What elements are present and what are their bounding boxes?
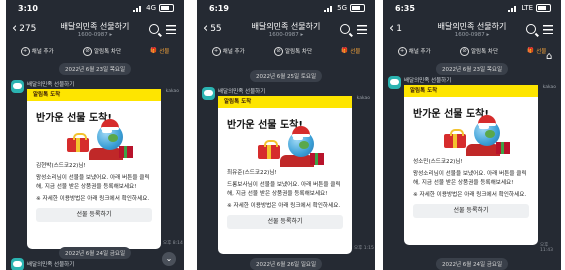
network-label: LTE <box>521 4 533 12</box>
avatar[interactable] <box>11 80 24 93</box>
chat-header: ‹ 55 배달의민족 선물하기 1600-0987 ▸ <box>197 18 375 44</box>
block-notice-button[interactable]: ⊘ 알림톡 차단 <box>273 46 312 56</box>
message-line: 왕성소리님이 선물을 보냈어요. 아래 버튼을 클릭해, 지금 선물 받은 상품… <box>36 175 150 190</box>
channel-actions: + 채널 추가 ⊘ 알림톡 차단 🎁 선물 <box>6 44 184 58</box>
date-divider: 2022년 6월 26일 일요일 <box>249 258 323 270</box>
message-bubble: 알림톡 도착 kakao 반가운 선물 도착! 김현박(스드코22)님! 왕성소… <box>27 89 179 249</box>
signal-icon <box>508 5 518 12</box>
menu-icon[interactable] <box>543 25 553 34</box>
kakao-tag: kakao <box>542 85 556 90</box>
message-time: 오후 11:43 <box>540 243 553 253</box>
block-notice-button[interactable]: ⊘ 알림톡 차단 <box>459 46 498 56</box>
network-label: 5G <box>337 4 347 12</box>
notice-line: ※ 자세한 이용방법은 아래 링크에서 확인하세요. <box>413 192 527 199</box>
add-channel-button[interactable]: + 채널 추가 <box>397 46 431 56</box>
avatar[interactable] <box>202 87 215 100</box>
channel-actions: + 채널 추가 ⊘ 알림톡 차단 🎁 선물 <box>383 44 561 58</box>
status-bar: 3:10 4G <box>6 0 184 16</box>
phone-screen-3: 6:35 LTE ‹ 1 배달의민족 선물하기 1600-0987 ▸ + 채널 추… <box>383 0 561 270</box>
add-channel-button[interactable]: + 채널 추가 <box>211 46 245 56</box>
message-body: 성소민(스드코22)님! 왕성소리님이 선물을 보냈어요. 아래 버튼을 클릭해… <box>404 158 538 200</box>
message-line: 왕성소리님이 선물을 보냈어요. 아래 버튼을 클릭해, 지금 선물 받은 상품… <box>413 171 527 186</box>
gift-icon: 🎁 <box>150 48 158 54</box>
sender-name: 배달의민족 선물하기 <box>27 82 75 88</box>
gift-illustration <box>218 126 352 169</box>
notice-header: 알림톡 도착 <box>27 89 161 101</box>
network-label: 4G <box>146 4 156 12</box>
date-divider: 2022년 6월 23일 목요일 <box>58 63 132 75</box>
message-time: 오후 1:15 <box>354 246 374 251</box>
plus-icon: + <box>397 46 407 56</box>
battery-icon <box>350 4 365 12</box>
phone-screen-1: 3:10 4G ‹ 275 배달의민족 선물하기 1600-0987 ▸ + 채널 … <box>6 0 184 270</box>
kakao-tag: kakao <box>165 89 179 94</box>
notice-header: 알림톡 도착 <box>218 96 352 108</box>
plus-icon: + <box>20 46 30 56</box>
battery-icon <box>159 4 174 12</box>
status-bar: 6:35 LTE <box>383 0 561 16</box>
block-icon: ⊘ <box>459 46 469 56</box>
signal-icon <box>324 5 334 12</box>
gift-button[interactable]: 🎁 선물 <box>150 47 169 55</box>
date-divider: 2022년 6월 24일 금요일 <box>435 258 509 270</box>
block-icon: ⊘ <box>82 46 92 56</box>
search-icon[interactable] <box>149 24 159 34</box>
sender-name: 배달의민족 선물하기 <box>27 262 75 268</box>
kakao-tag: kakao <box>356 96 370 101</box>
plus-icon: + <box>211 46 221 56</box>
menu-icon[interactable] <box>357 25 367 34</box>
register-gift-button[interactable]: 선물 등록하기 <box>227 214 343 229</box>
gift-button[interactable]: 🎁 선물 <box>341 47 360 55</box>
register-gift-button[interactable]: 선물 등록하기 <box>413 203 529 218</box>
search-icon[interactable] <box>526 24 536 34</box>
recipient-line: 김현박(스드코22)님! <box>36 163 86 169</box>
clock: 3:10 <box>18 4 38 13</box>
channel-actions: + 채널 추가 ⊘ 알림톡 차단 🎁 선물 <box>197 44 375 58</box>
chat-header: ‹ 1 배달의민족 선물하기 1600-0987 ▸ <box>383 18 561 44</box>
recipient-line: 성소민(스드코22)님! <box>413 159 463 165</box>
chat-header: ‹ 275 배달의민족 선물하기 1600-0987 ▸ <box>6 18 184 44</box>
gift-title: 반가운 선물 도착! <box>36 113 112 124</box>
recipient-line: 최유준(스드코22)님! <box>227 170 277 176</box>
notice-line: ※ 자세한 이용방법은 아래 링크에서 확인하세요. <box>227 203 341 210</box>
status-bar: 6:19 5G <box>197 0 375 16</box>
search-icon[interactable] <box>340 24 350 34</box>
home-icon[interactable]: ⌂ <box>546 51 552 62</box>
clock: 6:19 <box>209 4 229 13</box>
block-notice-button[interactable]: ⊘ 알림톡 차단 <box>82 46 121 56</box>
date-divider: 2022년 6월 24일 금요일 <box>58 247 132 259</box>
notice-line: ※ 자세한 이용방법은 아래 링크에서 확인하세요. <box>36 196 150 203</box>
block-icon: ⊘ <box>273 46 283 56</box>
chevron-down-icon[interactable]: ⌄ <box>162 252 176 266</box>
gift-button[interactable]: 🎁 선물 <box>527 47 546 55</box>
gift-title: 반가운 선물 도착! <box>413 109 489 120</box>
sender-name: 배달의민족 선물하기 <box>218 89 266 95</box>
message-body: 김현박(스드코22)님! 왕성소리님이 선물을 보냈어요. 아래 버튼을 클릭해… <box>27 162 161 204</box>
sender-name: 배달의민족 선물하기 <box>404 78 452 84</box>
register-gift-button[interactable]: 선물 등록하기 <box>36 207 152 222</box>
add-channel-button[interactable]: + 채널 추가 <box>20 46 54 56</box>
gift-illustration <box>404 115 538 158</box>
message-time: 오후 8:14 <box>163 241 183 246</box>
message-line: 드롱보사님이 선물을 보냈어요. 아래 버튼을 클릭해, 지금 선물 받은 상품… <box>227 182 341 197</box>
gift-illustration <box>27 119 161 162</box>
clock: 6:35 <box>395 4 415 13</box>
date-divider: 2022년 6월 23일 목요일 <box>435 63 509 75</box>
avatar[interactable] <box>11 258 24 270</box>
battery-icon <box>536 4 551 12</box>
gift-title: 반가운 선물 도착! <box>227 120 303 131</box>
gift-icon: 🎁 <box>341 48 349 54</box>
phone-screen-2: 6:19 5G ‹ 55 배달의민족 선물하기 1600-0987 ▸ + 채널 추… <box>197 0 375 270</box>
signal-icon <box>133 5 143 12</box>
message-bubble: 알림톡 도착 kakao 반가운 선물 도착! 성소민(스드코22)님! 왕성소… <box>404 85 556 245</box>
menu-icon[interactable] <box>166 25 176 34</box>
message-body: 최유준(스드코22)님! 드롱보사님이 선물을 보냈어요. 아래 버튼을 클릭해… <box>218 169 352 211</box>
avatar[interactable] <box>388 76 401 89</box>
gift-icon: 🎁 <box>527 48 535 54</box>
notice-header: 알림톡 도착 <box>404 85 538 97</box>
message-bubble: 알림톡 도착 kakao 반가운 선물 도착! 최유준(스드코22)님! 드롱보… <box>218 96 370 254</box>
date-divider: 2022년 6월 25일 토요일 <box>249 70 323 82</box>
